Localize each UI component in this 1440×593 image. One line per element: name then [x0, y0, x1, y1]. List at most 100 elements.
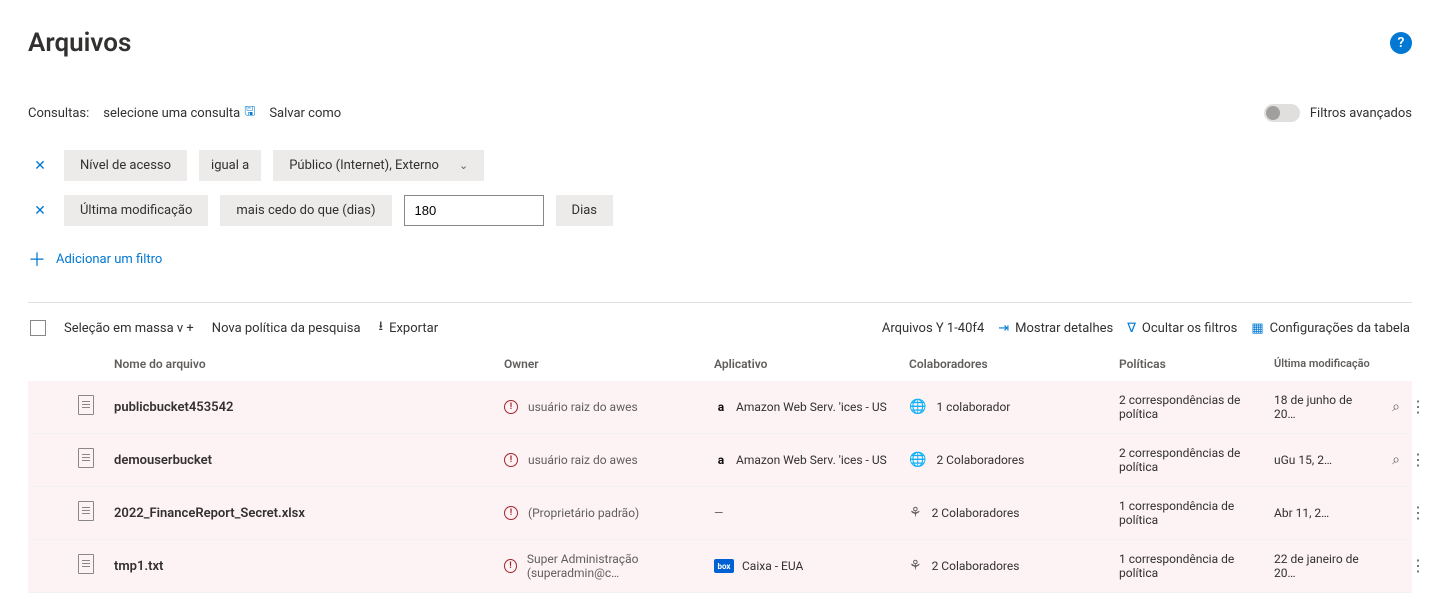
col-name[interactable]: Nome do arquivo — [114, 357, 504, 371]
filter-field-chip[interactable]: Última modificação — [64, 195, 208, 226]
policies-cell: 2 correspondências de política — [1119, 393, 1274, 421]
share-icon: ⚘ — [909, 505, 922, 521]
file-icon — [78, 501, 94, 521]
more-actions-icon[interactable]: ⋮ — [1410, 558, 1426, 574]
modified-cell: 22 de janeiro de 20… — [1274, 552, 1376, 580]
globe-icon: 🌐 — [909, 399, 926, 415]
advanced-filters-label: Filtros avançados — [1310, 106, 1412, 121]
advanced-filters-toggle[interactable] — [1264, 104, 1300, 122]
page-title: Arquivos — [28, 28, 131, 58]
collaborators-cell: 🌐1 colaborador — [909, 399, 1119, 415]
filter-operator-chip[interactable]: igual a — [199, 150, 261, 181]
queries-select[interactable]: selecione uma consulta 🖫 — [103, 102, 255, 124]
help-icon[interactable]: ? — [1390, 32, 1412, 54]
files-table: Nome do arquivo Owner Aplicativo Colabor… — [28, 349, 1412, 593]
box-icon: box — [714, 559, 734, 573]
app-cell: a Amazon Web Serv. 'ices - US — [714, 453, 909, 467]
filter-icon: ∇ — [1127, 321, 1136, 336]
app-cell: box Caixa - EUA — [714, 559, 909, 573]
app-cell: — — [714, 506, 909, 520]
export-label: Exportar — [389, 321, 438, 336]
col-modified[interactable]: Última modificação — [1274, 357, 1376, 371]
more-actions-icon[interactable]: ⋮ — [1410, 505, 1426, 521]
col-policies[interactable]: Políticas — [1119, 357, 1274, 371]
search-icon[interactable]: ⌕ — [1392, 452, 1400, 468]
filter-unit-chip[interactable]: Dias — [556, 195, 613, 226]
globe-icon: 🌐 — [909, 452, 926, 468]
collaborators-cell: ⚘ 2 Colaboradores — [909, 558, 1119, 574]
owner-cell: !(Proprietário padrão) — [504, 506, 714, 520]
table-row[interactable]: publicbucket453542! usuário raiz do awes a… — [28, 381, 1412, 434]
col-app[interactable]: Aplicativo — [714, 357, 909, 371]
table-settings-button[interactable]: ▦ Configurações da tabela — [1251, 321, 1410, 336]
table-row[interactable]: 2022_FinanceReport_Secret.xlsx!(Propriet… — [28, 487, 1412, 540]
collab-text: 2 Colaboradores — [932, 559, 1020, 573]
more-actions-icon[interactable]: ⋮ — [1410, 399, 1426, 415]
app-text: Amazon Web Serv. 'ices - US — [736, 400, 887, 414]
table-row[interactable]: demouserbucket! usuário raiz do awes a Amaz… — [28, 434, 1412, 487]
filter-operator-chip[interactable]: mais cedo do que (dias) — [220, 195, 391, 226]
save-as-button[interactable]: Salvar como — [269, 106, 341, 121]
share-icon: ⚘ — [909, 558, 922, 574]
file-name[interactable]: 2022_FinanceReport_Secret.xlsx — [114, 506, 504, 521]
owner-cell: !Super Administração (superadmin@c… — [504, 552, 714, 580]
file-name[interactable]: tmp1.txt — [114, 559, 504, 574]
collab-text: 2 Colaboradores — [936, 453, 1024, 467]
filter-row: ✕ Última modificação mais cedo do que (d… — [28, 195, 1412, 226]
app-text: Caixa - EUA — [742, 559, 803, 573]
filter-value-dropdown[interactable]: Público (Internet), Externo ⌄ — [273, 150, 484, 181]
bulk-select[interactable]: Seleção em massa v + — [64, 321, 194, 336]
app-text: Amazon Web Serv. 'ices - US — [736, 453, 887, 467]
file-icon — [78, 554, 94, 574]
select-all-checkbox[interactable] — [30, 320, 46, 336]
file-counter: Arquivos Y 1-40f4 — [882, 321, 984, 336]
table-settings-label: Configurações da tabela — [1270, 321, 1410, 336]
modified-cell: 18 de junho de 20… — [1274, 393, 1376, 421]
remove-filter-icon[interactable]: ✕ — [28, 154, 52, 178]
hide-filters-label: Ocultar os filtros — [1142, 321, 1237, 336]
owner-cell: ! usuário raiz do awes — [504, 453, 714, 467]
hide-filters-button[interactable]: ∇ Ocultar os filtros — [1127, 321, 1237, 336]
table-row[interactable]: tmp1.txt!Super Administração (superadmin… — [28, 540, 1412, 593]
export-button[interactable]: ⭳ Exportar — [379, 317, 439, 339]
collaborators-cell: ⚘ 2 Colaboradores — [909, 505, 1119, 521]
app-cell: aAmazon Web Serv. 'ices - US — [714, 400, 909, 414]
owner-text: usuário raiz do awes — [528, 453, 638, 467]
file-name[interactable]: publicbucket453542 — [114, 400, 504, 415]
filter-days-input[interactable] — [404, 195, 544, 226]
save-icon: 🖫 — [244, 102, 255, 124]
modified-cell: uGu 15, 2… — [1274, 453, 1376, 467]
policies-cell: 2 correspondências de política — [1119, 446, 1274, 474]
collab-text: 2 Colaboradores — [932, 506, 1020, 520]
add-filter-label: Adicionar um filtro — [56, 252, 162, 267]
table-icon: ▦ — [1251, 321, 1263, 336]
warning-icon: ! — [504, 400, 518, 414]
search-icon[interactable]: ⌕ — [1392, 399, 1400, 415]
plus-icon: ＋ — [28, 246, 46, 272]
col-collaborators[interactable]: Colaboradores — [909, 357, 1119, 371]
filter-value-text: Público (Internet), Externo — [289, 158, 439, 173]
owner-text: usuário raiz do awes — [528, 400, 638, 414]
policies-cell: 1 correspondência de política — [1119, 552, 1274, 580]
remove-filter-icon[interactable]: ✕ — [28, 199, 52, 223]
filter-row: ✕ Nível de acesso igual a Público (Inter… — [28, 150, 1412, 181]
queries-select-text: selecione uma consulta — [103, 106, 240, 121]
file-name[interactable]: demouserbucket — [114, 453, 504, 468]
owner-text: (Proprietário padrão) — [528, 506, 639, 520]
add-filter-button[interactable]: ＋ Adicionar um filtro — [28, 246, 1412, 272]
file-icon — [78, 395, 94, 415]
filter-field-chip[interactable]: Nível de acesso — [64, 150, 187, 181]
queries-label: Consultas: — [28, 106, 89, 121]
modified-cell: Abr 11, 2… — [1274, 506, 1376, 520]
details-icon: ⇥ — [998, 321, 1009, 336]
download-icon: ⭳ — [379, 317, 384, 339]
show-details-button[interactable]: ⇥ Mostrar detalhes — [998, 321, 1113, 336]
new-search-policy[interactable]: Nova política da pesquisa — [212, 321, 361, 336]
more-actions-icon[interactable]: ⋮ — [1410, 452, 1426, 468]
warning-icon: ! — [504, 453, 518, 467]
amazon-icon: a — [714, 453, 728, 467]
chevron-down-icon: ⌄ — [459, 159, 468, 172]
app-none: — — [714, 506, 723, 520]
table-header: Nome do arquivo Owner Aplicativo Colabor… — [28, 349, 1412, 381]
col-owner[interactable]: Owner — [504, 357, 714, 371]
